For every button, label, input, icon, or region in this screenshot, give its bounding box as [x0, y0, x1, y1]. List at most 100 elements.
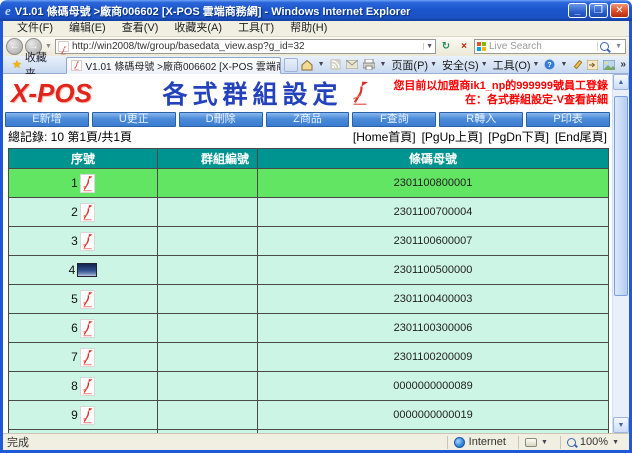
search-button[interactable] — [597, 42, 611, 51]
chevron-down-icon: ▼ — [481, 61, 488, 68]
refresh-button[interactable]: ↻ — [438, 39, 454, 54]
paging-link[interactable]: [PgDn下頁] — [488, 128, 549, 145]
browser-tab[interactable]: V1.01 條碼母號 >廠商006602 [X-POS 雲端商... — [66, 57, 280, 74]
page-title-wrap: 各式群組設定 — [161, 75, 372, 111]
barcode-value: 2301100500000 — [258, 256, 609, 285]
function-button-bar: E新增U更正D刪除Z商品F查詢R轉入P印表 — [3, 112, 612, 127]
favorites-button[interactable]: ★ 收藏夹 — [6, 57, 63, 73]
nav-button-u[interactable]: U更正 — [92, 112, 176, 127]
row-seq: 1 — [71, 176, 78, 190]
menu-item-a[interactable]: 收藏夹(A) — [166, 21, 230, 36]
tools-menu[interactable]: 工具(O)▼ — [493, 57, 540, 73]
print-dropdown-icon[interactable]: ▼ — [380, 61, 387, 68]
table-row[interactable]: 80000000000089 — [9, 372, 609, 401]
safety-menu[interactable]: 安全(S)▼ — [442, 57, 488, 73]
toolbar-overflow-chevron[interactable]: » — [620, 59, 626, 70]
search-box[interactable]: Live Search ▼ — [474, 39, 626, 54]
table-row[interactable]: 32301100600007 — [9, 227, 609, 256]
paging-link[interactable]: [Home首頁] — [353, 128, 416, 145]
read-mail-icon[interactable] — [346, 60, 358, 69]
nav-button-d[interactable]: D刪除 — [179, 112, 263, 127]
tab-favicon-icon — [71, 60, 82, 71]
menu-item-t[interactable]: 工具(T) — [230, 21, 282, 36]
table-row[interactable]: 72301100200009 — [9, 343, 609, 372]
close-button[interactable]: ✕ — [610, 3, 629, 18]
mascot-icon[interactable] — [80, 319, 95, 338]
page-content: X-POS 各式群組設定 您目前以加盟商ik1_np的999999號員工登錄在：… — [3, 74, 629, 433]
nav-button-p[interactable]: P印表 — [526, 112, 610, 127]
row-seq: 3 — [71, 234, 78, 248]
photo-thumbnail-icon[interactable] — [77, 263, 97, 277]
row-seq: 9 — [71, 408, 78, 422]
command-toolbar: ▼ ▼ 页面(P)▼ 安全(S)▼ 工具(O)▼ ? ▼ » — [301, 57, 626, 73]
zoom-control[interactable]: 100% ▼ — [560, 436, 625, 449]
mascot-icon[interactable] — [80, 406, 95, 425]
mascot-icon[interactable] — [80, 290, 95, 309]
home-dropdown-icon[interactable]: ▼ — [318, 61, 325, 68]
search-input[interactable]: Live Search — [489, 41, 594, 52]
ie-window: e V1.01 條碼母號 >廠商006602 [X-POS 雲端商務網] - W… — [0, 0, 632, 453]
address-field[interactable]: http://win2008/tw/group/basedata_view.as… — [55, 39, 436, 54]
page-header: X-POS 各式群組設定 您目前以加盟商ik1_np的999999號員工登錄在：… — [3, 74, 612, 112]
barcode-value: 0000000000019 — [258, 401, 609, 430]
send-to-onenote-icon[interactable] — [587, 60, 598, 70]
edit-icon[interactable] — [572, 60, 582, 70]
table-row[interactable]: 22301100700004 — [9, 198, 609, 227]
menu-item-v[interactable]: 查看(V) — [114, 21, 167, 36]
help-icon[interactable]: ? — [544, 59, 555, 70]
title-bar[interactable]: e V1.01 條碼母號 >廠商006602 [X-POS 雲端商務網] - W… — [0, 0, 632, 21]
favorites-star-icon: ★ — [12, 58, 22, 71]
scrollbar-thumb[interactable] — [614, 96, 628, 296]
nav-button-r[interactable]: R轉入 — [439, 112, 523, 127]
mascot-icon[interactable] — [80, 348, 95, 367]
picture-icon[interactable] — [603, 60, 615, 70]
page-menu[interactable]: 页面(P)▼ — [391, 57, 437, 73]
help-dropdown-icon[interactable]: ▼ — [560, 61, 567, 68]
menu-item-h[interactable]: 帮助(H) — [282, 21, 335, 36]
protected-mode-panel[interactable]: ▼ — [518, 436, 554, 449]
table-header-row: 序號群組編號條碼母號 — [9, 149, 609, 169]
stop-button[interactable]: × — [456, 39, 472, 54]
chevron-down-icon: ▼ — [541, 439, 548, 446]
mascot-logo-icon — [349, 80, 371, 106]
menu-item-e[interactable]: 编辑(E) — [61, 21, 114, 36]
scroll-up-icon[interactable]: ▲ — [613, 74, 629, 90]
home-icon[interactable] — [301, 59, 313, 71]
record-summary: 總記錄: 10 第1頁/共1頁 — [8, 128, 132, 145]
back-button[interactable]: ← — [6, 38, 23, 55]
live-search-flag-icon — [477, 42, 486, 51]
minimize-button[interactable]: _ — [568, 3, 587, 18]
table-row[interactable]: 52301100400003 — [9, 285, 609, 314]
vertical-scrollbar[interactable]: ▲ ▼ — [612, 74, 629, 433]
mascot-icon[interactable] — [80, 232, 95, 251]
url-text[interactable]: http://win2008/tw/group/basedata_view.as… — [72, 41, 420, 52]
group-number-cell — [158, 198, 258, 227]
mascot-icon[interactable] — [80, 377, 95, 396]
record-status-row: 總記錄: 10 第1頁/共1頁 [Home首頁] [PgUp上頁] [PgDn下頁]… — [3, 127, 612, 146]
row-seq: 6 — [71, 321, 78, 335]
feeds-icon[interactable] — [330, 59, 341, 70]
table-row[interactable]: 62301100300006 — [9, 314, 609, 343]
scroll-down-icon[interactable]: ▼ — [613, 417, 629, 433]
table-row[interactable]: 42301100500000 — [9, 256, 609, 285]
window-body: 文件(F)编辑(E)查看(V)收藏夹(A)工具(T)帮助(H) ← → ▼ ht… — [0, 21, 632, 453]
maximize-button[interactable]: ❒ — [589, 3, 608, 18]
nav-button-z[interactable]: Z商品 — [266, 112, 350, 127]
paging-link[interactable]: [End尾頁] — [555, 128, 607, 145]
table-row[interactable]: 9 0000000000019 — [9, 401, 609, 430]
menu-item-f[interactable]: 文件(F) — [9, 21, 61, 36]
mascot-icon[interactable] — [80, 203, 95, 222]
nav-button-e[interactable]: E新增 — [5, 112, 89, 127]
print-icon[interactable] — [363, 59, 375, 70]
mascot-icon[interactable] — [80, 174, 95, 193]
security-zone: Internet — [447, 436, 512, 449]
chevron-down-icon: ▼ — [612, 439, 619, 446]
barcode-value: 2301100800001 — [258, 169, 609, 198]
new-tab-button[interactable] — [284, 58, 298, 72]
nav-button-f[interactable]: F查詢 — [352, 112, 436, 127]
search-options-dropdown-icon[interactable]: ▼ — [614, 43, 623, 50]
address-dropdown-icon[interactable]: ▼ — [423, 43, 433, 50]
window-title: V1.01 條碼母號 >廠商006602 [X-POS 雲端商務網] - Win… — [15, 3, 564, 19]
table-row[interactable]: 1 2301100800001 — [9, 169, 609, 198]
paging-link[interactable]: [PgUp上頁] — [422, 128, 483, 145]
